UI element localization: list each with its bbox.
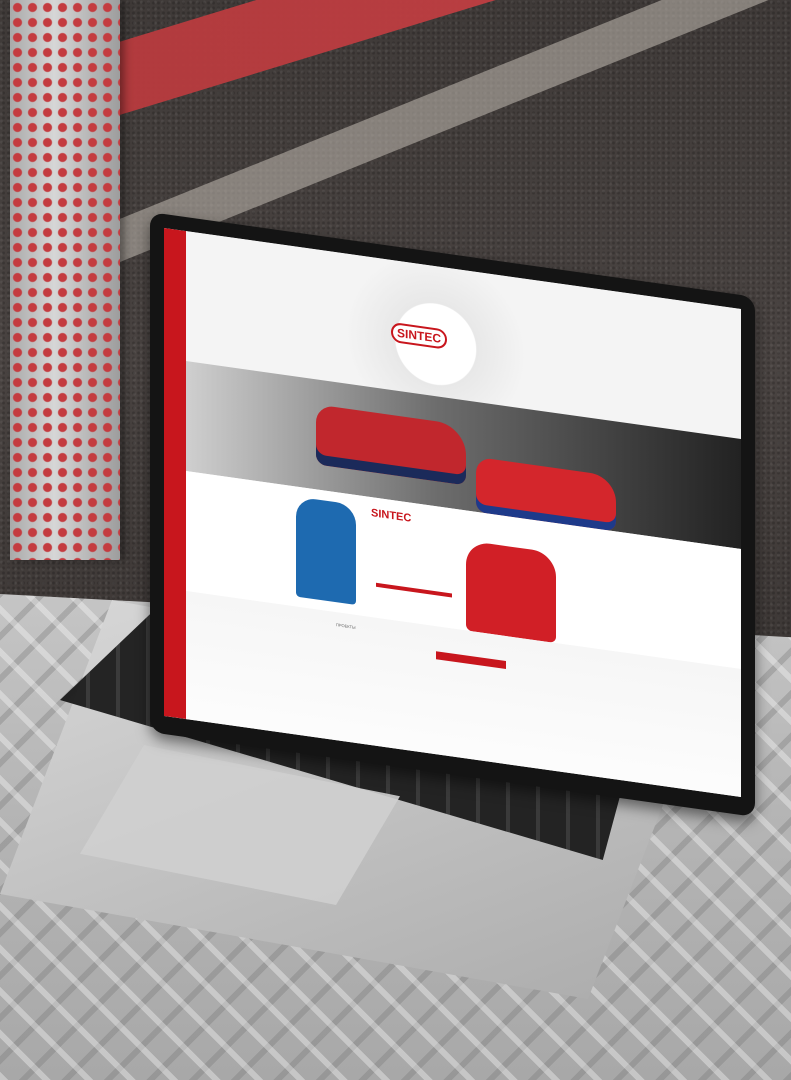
drift-car-blue-red <box>316 404 466 486</box>
banner-caption <box>376 582 452 598</box>
site-menu[interactable] <box>486 313 546 321</box>
laptop: SINTEC SINTEC ПРОЕКТЫ <box>0 0 791 1080</box>
laptop-lid: SINTEC SINTEC ПРОЕКТЫ <box>150 212 755 818</box>
banner-sintec-logo: SINTEC <box>371 507 412 525</box>
cta-button[interactable] <box>436 651 506 670</box>
section-label: ПРОЕКТЫ <box>336 622 356 630</box>
site-sidebar-red <box>164 227 186 720</box>
hockey-player-blue <box>296 496 356 605</box>
laptop-screen: SINTEC SINTEC ПРОЕКТЫ <box>164 227 741 798</box>
photo-scene: SINTEC SINTEC ПРОЕКТЫ <box>0 0 791 1080</box>
sintec-logo[interactable]: SINTEC <box>391 321 448 350</box>
hockey-player-red <box>466 540 556 644</box>
